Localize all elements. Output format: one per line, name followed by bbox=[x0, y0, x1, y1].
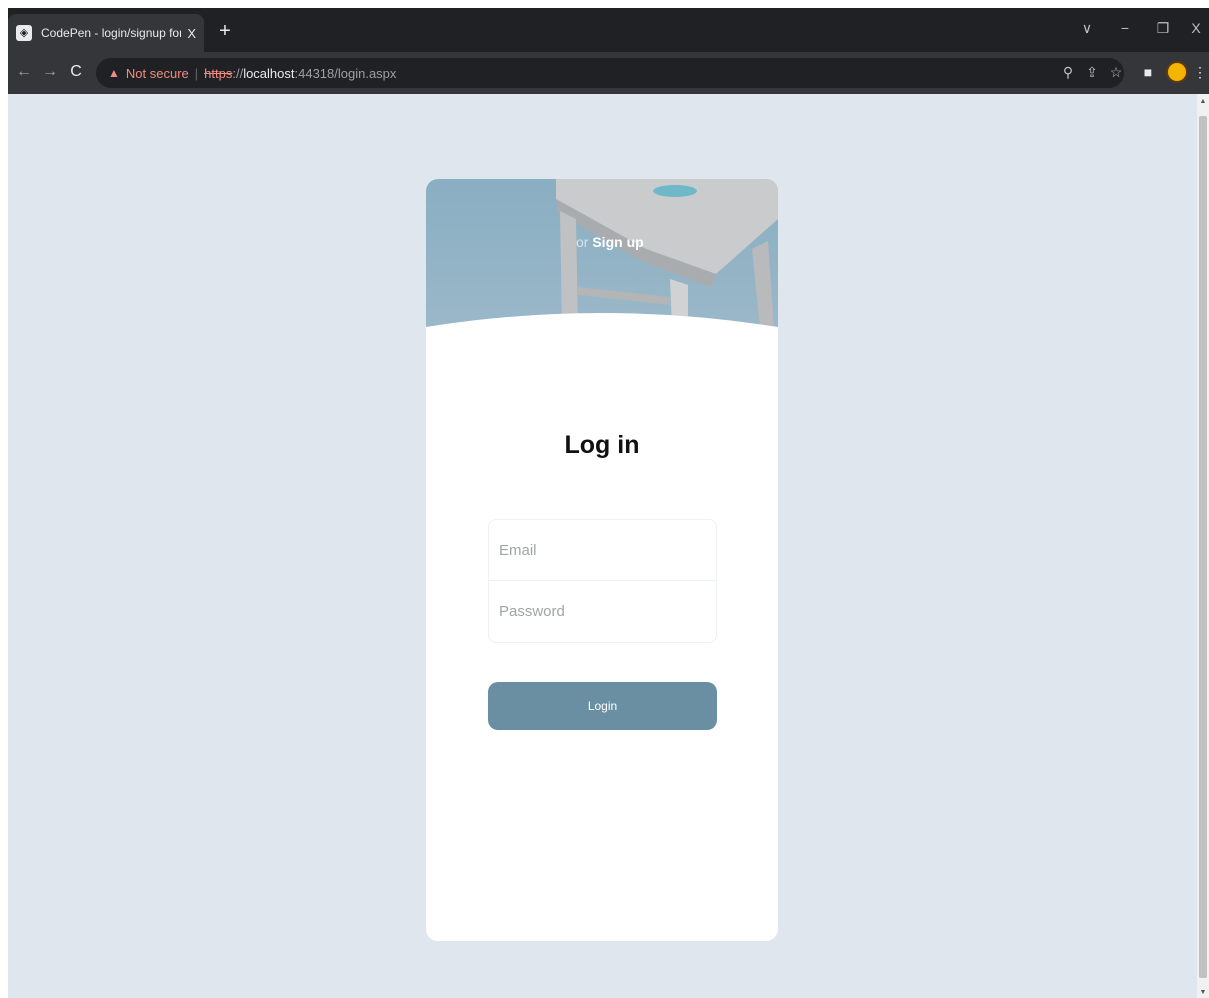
browser-toolbar: ← → C ▲ Not secure | https://localhost:4… bbox=[8, 52, 1209, 94]
omnibox-divider: | bbox=[194, 65, 199, 81]
url-host: localhost bbox=[243, 65, 295, 81]
scroll-up-icon[interactable]: ▲ bbox=[1197, 98, 1209, 105]
signup-prefix: or bbox=[576, 234, 589, 250]
restore-icon[interactable]: ❐ bbox=[1152, 20, 1174, 37]
share-icon[interactable]: ⇪ bbox=[1082, 64, 1102, 81]
credentials-group bbox=[488, 519, 717, 643]
url-path: :44318/login.aspx bbox=[294, 65, 397, 81]
login-button[interactable]: Login bbox=[488, 682, 717, 730]
menu-kebab-icon[interactable]: ⋮ bbox=[1190, 64, 1209, 81]
side-panel-icon[interactable]: ■ bbox=[1138, 64, 1158, 80]
email-field[interactable] bbox=[489, 520, 716, 581]
password-field[interactable] bbox=[489, 581, 716, 642]
browser-tab[interactable]: ◈ CodePen - login/signup form ani X bbox=[8, 14, 204, 52]
new-tab-button[interactable]: + bbox=[212, 18, 238, 44]
scroll-down-icon[interactable]: ▼ bbox=[1197, 989, 1209, 996]
scrollbar-thumb[interactable] bbox=[1199, 116, 1207, 978]
close-tab-icon[interactable]: X bbox=[187, 26, 196, 41]
codepen-icon: ◈ bbox=[16, 25, 32, 41]
address-bar[interactable]: ▲ Not secure | https://localhost:44318/l… bbox=[96, 58, 1124, 88]
zoom-icon[interactable]: ⚲ bbox=[1058, 64, 1078, 81]
forward-icon[interactable]: → bbox=[40, 62, 60, 82]
minimize-icon[interactable]: − bbox=[1114, 20, 1136, 36]
signup-toggle[interactable]: or Sign up bbox=[576, 234, 644, 250]
profile-avatar[interactable] bbox=[1166, 61, 1188, 83]
back-icon[interactable]: ← bbox=[14, 62, 34, 82]
reload-icon[interactable]: C bbox=[66, 62, 86, 82]
url-scheme: https bbox=[204, 65, 233, 81]
page-title: Log in bbox=[564, 431, 640, 459]
bookmark-star-icon[interactable]: ☆ bbox=[1106, 64, 1126, 81]
login-card: or Sign up Log in Login bbox=[426, 179, 778, 941]
tab-title: CodePen - login/signup form ani bbox=[41, 26, 181, 40]
stool-image bbox=[426, 179, 778, 329]
hero-image: or Sign up bbox=[426, 179, 778, 329]
window-close-icon[interactable]: X bbox=[1185, 20, 1207, 36]
signup-link[interactable]: Sign up bbox=[592, 234, 643, 250]
tab-search-icon[interactable]: ∨ bbox=[1076, 20, 1098, 37]
url-separator: :// bbox=[232, 65, 244, 81]
tab-strip: ◈ CodePen - login/signup form ani X + ∨ … bbox=[8, 8, 1209, 52]
not-secure-label[interactable]: Not secure bbox=[126, 66, 189, 81]
vertical-scrollbar[interactable]: ▲ ▼ bbox=[1197, 94, 1209, 998]
warning-icon: ▲ bbox=[108, 66, 120, 80]
